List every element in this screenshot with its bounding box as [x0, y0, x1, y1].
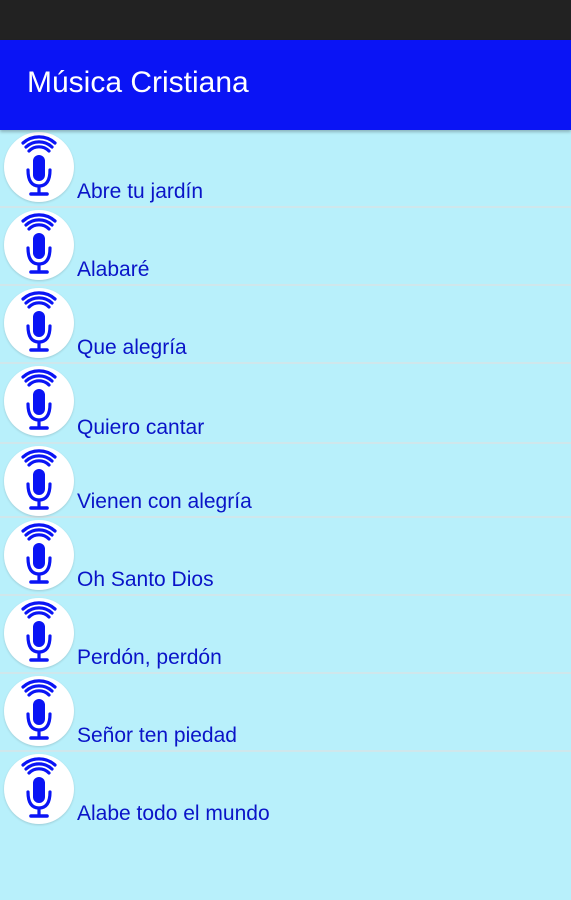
microphone-icon [4, 210, 74, 280]
list-item[interactable]: Perdón, perdón [0, 596, 571, 674]
app-bar: Música Cristiana [0, 40, 571, 130]
song-title: Oh Santo Dios [77, 568, 214, 591]
microphone-icon [4, 366, 74, 436]
song-title: Alabe todo el mundo [77, 802, 270, 825]
microphone-icon [4, 520, 74, 590]
microphone-icon [4, 676, 74, 746]
song-title: Quiero cantar [77, 416, 205, 439]
song-title: Señor ten piedad [77, 724, 237, 747]
list-item[interactable]: Alabaré [0, 208, 571, 286]
list-item[interactable]: Señor ten piedad [0, 674, 571, 752]
list-item[interactable]: Que alegría [0, 286, 571, 364]
song-list: Abre tu jardín Alabaré Que alegría Quier… [0, 130, 571, 900]
status-bar [0, 0, 571, 40]
song-title: Perdón, perdón [77, 646, 222, 669]
song-title: Vienen con alegría [77, 490, 252, 513]
microphone-icon [4, 598, 74, 668]
list-item[interactable]: Oh Santo Dios [0, 518, 571, 596]
list-item[interactable]: Quiero cantar [0, 364, 571, 444]
song-title: Abre tu jardín [77, 180, 204, 203]
microphone-icon [4, 288, 74, 358]
list-item[interactable]: Abre tu jardín [0, 130, 571, 208]
microphone-icon [4, 132, 74, 202]
microphone-icon [4, 754, 74, 824]
list-item[interactable]: Alabe todo el mundo [0, 752, 571, 830]
list-item[interactable]: Vienen con alegría [0, 444, 571, 518]
microphone-icon [4, 446, 74, 516]
song-title: Que alegría [77, 336, 187, 359]
song-title: Alabaré [77, 258, 150, 281]
app-title: Música Cristiana [27, 66, 249, 99]
